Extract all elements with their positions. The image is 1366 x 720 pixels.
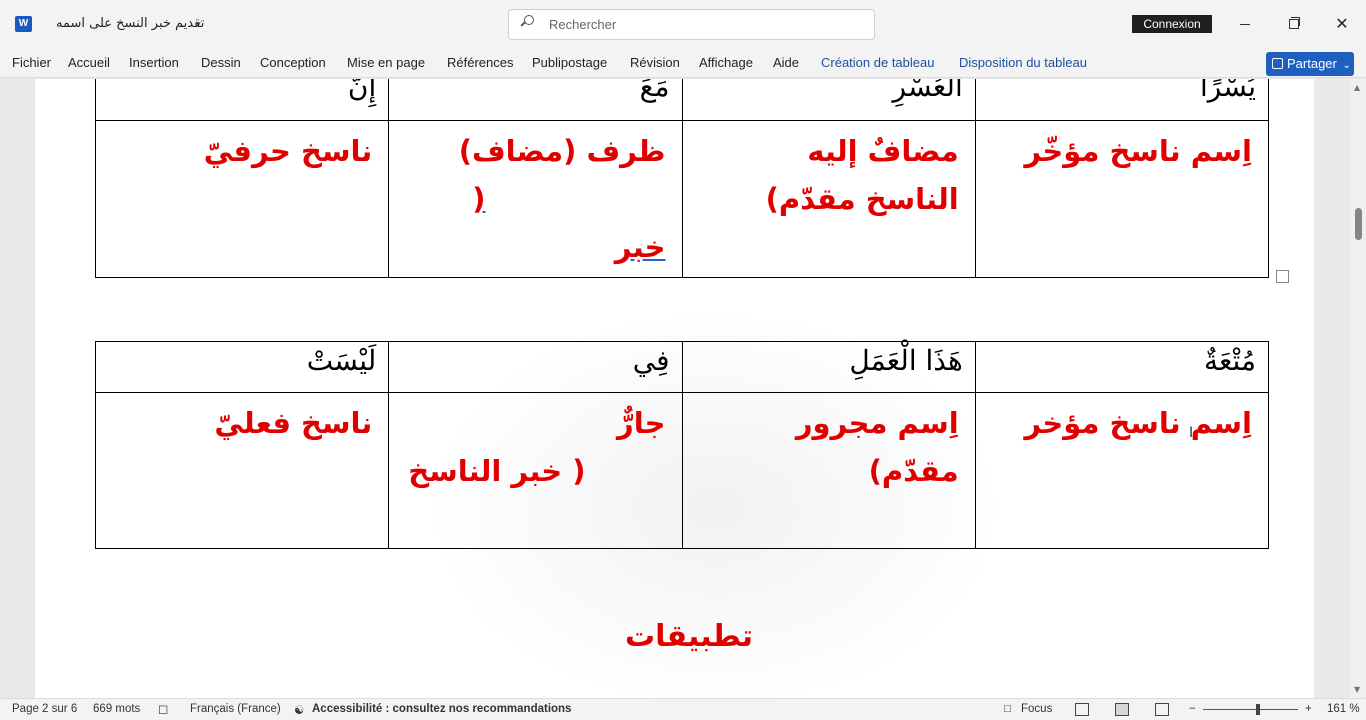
status-bar: Page 2 sur 6 669 mots ☐ Français (France… [0, 698, 1366, 720]
section-heading: تطبيقات [625, 619, 753, 654]
table-cell[interactable]: اِسم ناسخ مؤخّر [974, 120, 1270, 278]
scrollbar-thumb[interactable] [1355, 208, 1362, 240]
table-row: لَيْسَتْ فِي هَذَا الْعَمَلِ مُتْعَةٌ [94, 341, 1270, 393]
minimize-icon[interactable] [1222, 12, 1268, 36]
table-cell[interactable]: هَذَا الْعَمَلِ [681, 341, 976, 393]
chevron-down-icon: ⌄ [1342, 60, 1351, 71]
table-cell[interactable]: اِسم مجرور مقدّم) [681, 392, 976, 549]
table-cell[interactable]: مُتْعَةٌ [974, 341, 1270, 393]
table-row: ناسخ حرفيّ ظرف (مضاف) ( خبر مضافٌ إليه ا… [94, 120, 1270, 278]
tab-dessin[interactable]: Dessin [201, 55, 241, 70]
cell-text: ظرف (مضاف) [458, 134, 666, 168]
table-row: إِنَّ مَعَ الْعُسْرِ يُسْرًا [94, 79, 1270, 121]
cell-text: ( [472, 182, 486, 216]
table-cell[interactable]: جارٌّ ( خبر الناسخ [388, 392, 683, 549]
tab-accueil[interactable]: Accueil [68, 55, 110, 70]
cell-text: جارٌّ [617, 406, 666, 440]
vertical-scrollbar[interactable]: ▲ ▼ [1350, 79, 1366, 698]
zoom-level[interactable]: 161 % [1327, 703, 1360, 715]
table-cell[interactable]: ظرف (مضاف) ( خبر [388, 120, 683, 278]
table-2[interactable]: لَيْسَتْ فِي هَذَا الْعَمَلِ مُتْعَةٌ نا… [94, 341, 1270, 549]
focus-icon: □ [1004, 703, 1011, 715]
cell-text: مقدّم) [868, 454, 959, 488]
cell-text: ناسخ حرفيّ [203, 134, 373, 168]
search-icon [521, 15, 534, 28]
focus-button[interactable]: Focus [1021, 703, 1052, 715]
table-cell[interactable]: لَيْسَتْ [94, 341, 390, 393]
text-cursor-icon: I [1189, 425, 1194, 441]
table-row: ناسخ فعليّ جارٌّ ( خبر الناسخ اِسم مجرور… [94, 392, 1270, 549]
title-bar: W تقديم خبر النسخ على اسمه ⌄ Rechercher … [0, 0, 1366, 48]
table-resize-handle[interactable] [1276, 270, 1289, 283]
table-cell[interactable]: إِنَّ [94, 79, 390, 121]
word-icon: W [15, 16, 32, 32]
restore-icon[interactable] [1270, 12, 1316, 36]
cell-text: خبر [614, 230, 666, 264]
language-status[interactable]: Français (France) [190, 703, 281, 715]
tab-mise-en-page[interactable]: Mise en page [347, 55, 425, 70]
tab-aide[interactable]: Aide [773, 55, 799, 70]
cell-text: ناسخ فعليّ [214, 406, 373, 440]
accessibility-icon: ☯ [294, 705, 305, 717]
chevron-down-icon[interactable]: ⌄ [193, 14, 203, 28]
page[interactable]: إِنَّ مَعَ الْعُسْرِ يُسْرًا ناسخ حرفيّ … [35, 79, 1314, 698]
table-cell[interactable]: مَعَ [388, 79, 683, 121]
document-title[interactable]: تقديم خبر النسخ على اسمه [56, 16, 204, 31]
tab-insertion[interactable]: Insertion [129, 55, 179, 70]
cell-text: اِسم مجرور [795, 406, 959, 440]
page-count[interactable]: Page 2 sur 6 [12, 703, 77, 715]
table-cell[interactable]: الْعُسْرِ [681, 79, 976, 121]
read-mode-icon[interactable] [1075, 703, 1089, 716]
share-label: Partager [1287, 56, 1337, 71]
document-area[interactable]: إِنَّ مَعَ الْعُسْرِ يُسْرًا ناسخ حرفيّ … [0, 79, 1350, 698]
share-button[interactable]: Partager ⌄ [1266, 52, 1354, 76]
cell-text: ( خبر الناسخ [408, 454, 586, 488]
table-cell[interactable]: ناسخ حرفيّ [94, 120, 390, 278]
zoom-slider-thumb[interactable] [1256, 704, 1260, 715]
table-cell[interactable]: مضافٌ إليه الناسخ مقدّم) [681, 120, 976, 278]
close-icon[interactable]: ✕ [1319, 12, 1365, 36]
print-layout-icon[interactable] [1115, 703, 1129, 716]
table-cell[interactable]: فِي [388, 341, 683, 393]
zoom-slider[interactable] [1203, 709, 1298, 710]
proofing-icon[interactable]: ☐ [158, 703, 168, 717]
accessibility-status[interactable]: Accessibilité : consultez nos recommanda… [312, 703, 571, 715]
share-icon [1272, 58, 1283, 69]
tab-creation-tableau[interactable]: Création de tableau [821, 55, 934, 70]
table-1[interactable]: إِنَّ مَعَ الْعُسْرِ يُسْرًا ناسخ حرفيّ … [94, 79, 1270, 278]
search-box[interactable]: Rechercher [508, 9, 875, 40]
tab-revision[interactable]: Révision [630, 55, 680, 70]
cell-text: اِسم ناسخ مؤخر [1024, 406, 1252, 440]
table-cell[interactable]: يُسْرًا [974, 79, 1270, 121]
table-cell[interactable]: اِسم ناسخ مؤخر [974, 392, 1270, 549]
zoom-in-button[interactable]: + [1305, 703, 1312, 715]
table-cell[interactable]: ناسخ فعليّ [94, 392, 390, 549]
cell-text: الناسخ مقدّم) [765, 182, 959, 216]
tab-publipostage[interactable]: Publipostage [532, 55, 607, 70]
scroll-up-icon[interactable]: ▲ [1354, 83, 1360, 92]
ribbon-tabs: Fichier Accueil Insertion Dessin Concept… [0, 48, 1366, 78]
tab-references[interactable]: Références [447, 55, 513, 70]
scroll-down-icon[interactable]: ▼ [1354, 685, 1360, 694]
cell-text: مضافٌ إليه [807, 134, 959, 168]
tab-disposition-tableau[interactable]: Disposition du tableau [959, 55, 1087, 70]
cell-text: اِسم ناسخ مؤخّر [1024, 134, 1252, 168]
word-count[interactable]: 669 mots [93, 703, 140, 715]
web-layout-icon[interactable] [1155, 703, 1169, 716]
tab-fichier[interactable]: Fichier [12, 55, 51, 70]
zoom-out-button[interactable]: − [1189, 703, 1196, 715]
tab-conception[interactable]: Conception [260, 55, 326, 70]
connexion-button[interactable]: Connexion [1132, 15, 1212, 33]
search-input[interactable]: Rechercher [549, 17, 616, 32]
tab-affichage[interactable]: Affichage [699, 55, 753, 70]
